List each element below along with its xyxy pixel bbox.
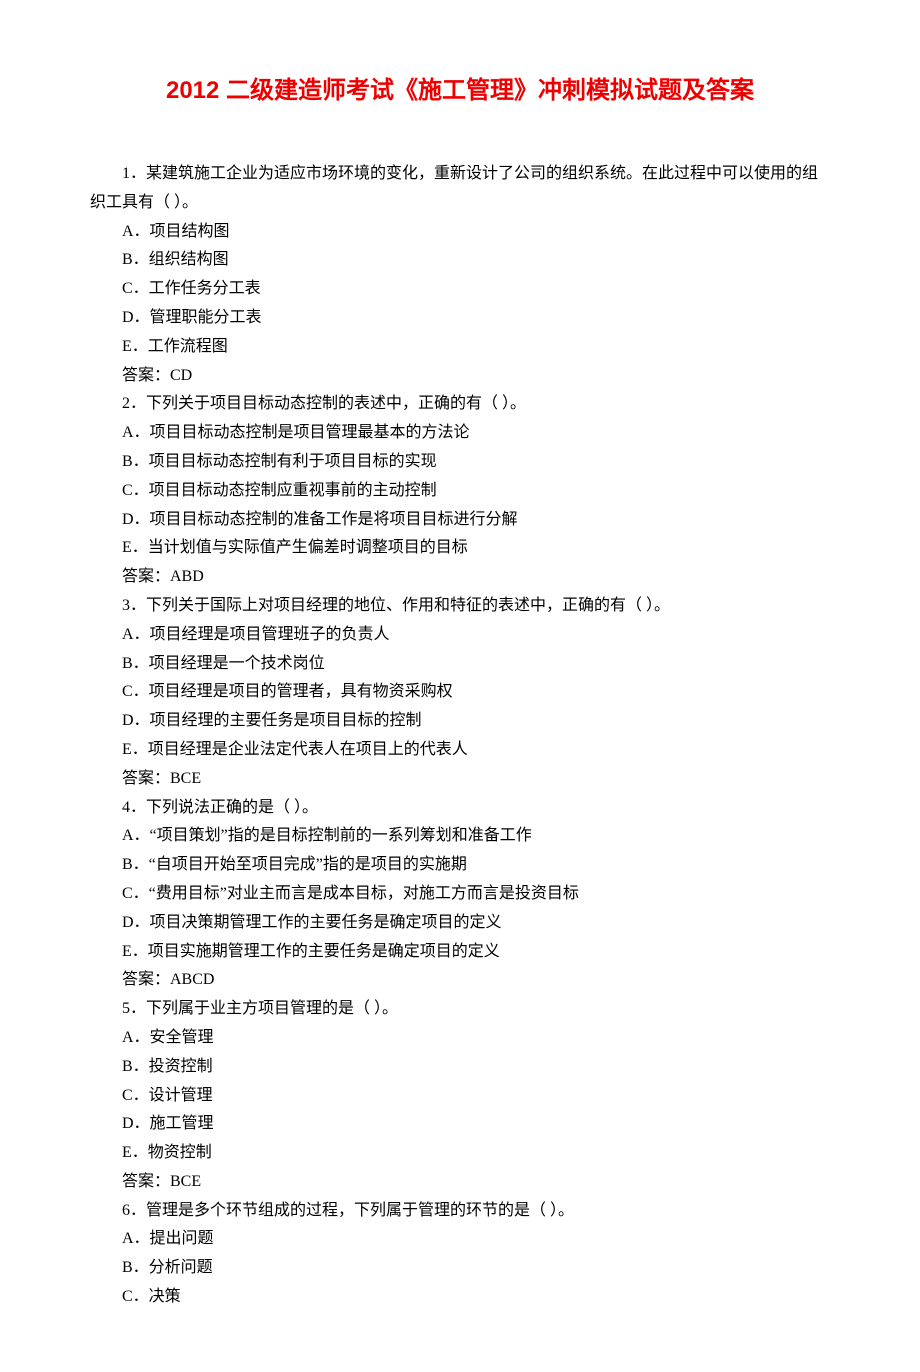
question-option: B．分析问题 [90,1254,830,1283]
question-option: E．工作流程图 [90,333,830,362]
document-page: 2012 二级建造师考试《施工管理》冲刺模拟试题及答案 1．某建筑施工企业为适应… [0,0,920,1372]
question-answer: 答案：BCE [90,765,830,794]
question-option: D．施工管理 [90,1110,830,1139]
question-option: A．提出问题 [90,1225,830,1254]
question-answer: 答案：ABD [90,563,830,592]
question-option: E．物资控制 [90,1139,830,1168]
question-option: D．管理职能分工表 [90,304,830,333]
question-option: B．项目目标动态控制有利于项目目标的实现 [90,448,830,477]
question-stem: 1．某建筑施工企业为适应市场环境的变化，重新设计了公司的组织系统。在此过程中可以… [90,160,830,218]
question-option: D．项目决策期管理工作的主要任务是确定项目的定义 [90,909,830,938]
question-option: E．当计划值与实际值产生偏差时调整项目的目标 [90,534,830,563]
question-option: A．项目结构图 [90,218,830,247]
question-option: B．项目经理是一个技术岗位 [90,650,830,679]
question-stem: 5．下列属于业主方项目管理的是（ ）。 [90,995,830,1024]
question-option: A．“项目策划”指的是目标控制前的一系列筹划和准备工作 [90,822,830,851]
question-stem: 3．下列关于国际上对项目经理的地位、作用和特征的表述中，正确的有（ ）。 [90,592,830,621]
question-option: D．项目经理的主要任务是项目目标的控制 [90,707,830,736]
document-content: 1．某建筑施工企业为适应市场环境的变化，重新设计了公司的组织系统。在此过程中可以… [90,160,830,1312]
document-title: 2012 二级建造师考试《施工管理》冲刺模拟试题及答案 [90,70,830,105]
question-option: E．项目经理是企业法定代表人在项目上的代表人 [90,736,830,765]
question-option: C．工作任务分工表 [90,275,830,304]
question-option: C．项目经理是项目的管理者，具有物资采购权 [90,678,830,707]
question-option: D．项目目标动态控制的准备工作是将项目目标进行分解 [90,506,830,535]
question-answer: 答案：BCE [90,1168,830,1197]
question-answer: 答案：ABCD [90,966,830,995]
question-option: A．项目经理是项目管理班子的负责人 [90,621,830,650]
question-stem: 4．下列说法正确的是（ ）。 [90,794,830,823]
question-answer: 答案：CD [90,362,830,391]
question-stem: 2．下列关于项目目标动态控制的表述中，正确的有（ ）。 [90,390,830,419]
question-option: B．投资控制 [90,1053,830,1082]
question-option: C．决策 [90,1283,830,1312]
question-option: C．设计管理 [90,1082,830,1111]
question-option: C．项目目标动态控制应重视事前的主动控制 [90,477,830,506]
question-option: E．项目实施期管理工作的主要任务是确定项目的定义 [90,938,830,967]
question-option: A．安全管理 [90,1024,830,1053]
question-option: A．项目目标动态控制是项目管理最基本的方法论 [90,419,830,448]
question-stem: 6．管理是多个环节组成的过程，下列属于管理的环节的是（ ）。 [90,1197,830,1226]
question-option: B．“自项目开始至项目完成”指的是项目的实施期 [90,851,830,880]
question-option: B．组织结构图 [90,246,830,275]
question-option: C．“费用目标”对业主而言是成本目标，对施工方而言是投资目标 [90,880,830,909]
